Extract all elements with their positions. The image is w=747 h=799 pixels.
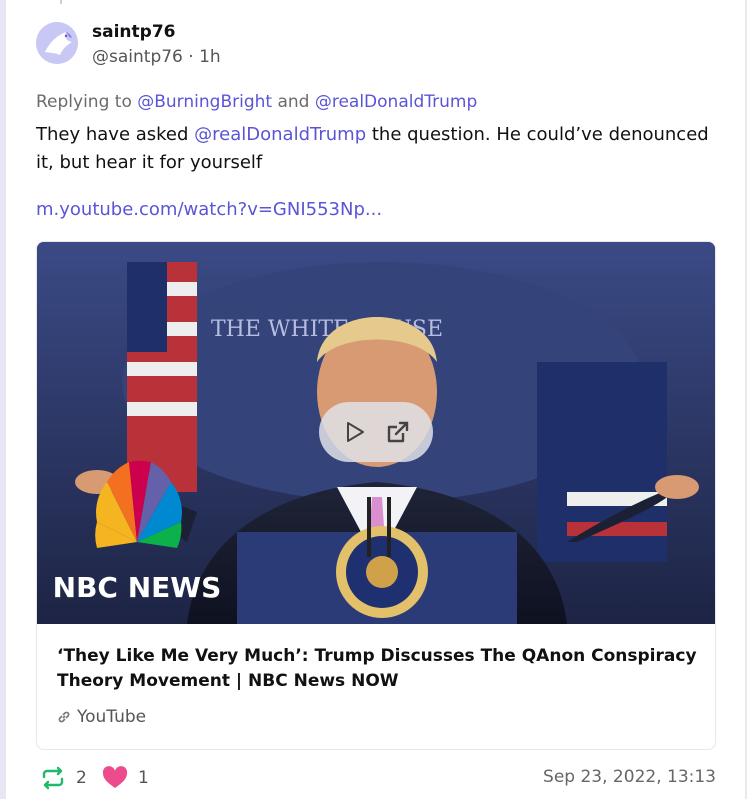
post-timestamp[interactable]: Sep 23, 2022, 13:13: [543, 767, 716, 787]
display-name[interactable]: saintp76: [92, 22, 175, 42]
repost-icon: [42, 766, 64, 790]
card-source: YouTube: [57, 707, 146, 727]
repost-count: 2: [76, 768, 87, 788]
post-footer: 2 1 Sep 23, 2022, 13:13: [36, 764, 716, 794]
body-text-start: They have asked: [36, 124, 195, 145]
reply-joiner: and: [277, 92, 310, 112]
reply-target-1[interactable]: @BurningBright: [137, 92, 272, 112]
open-external-icon[interactable]: [385, 419, 411, 445]
card-title[interactable]: ‘They Like Me Very Much’: Trump Discusse…: [57, 644, 697, 694]
handle[interactable]: @saintp76: [92, 47, 183, 67]
body-mention[interactable]: @realDonaldTrump: [194, 124, 366, 145]
card-source-label: YouTube: [77, 707, 147, 727]
like-button[interactable]: 1: [102, 764, 149, 792]
replying-prefix: Replying to: [36, 92, 132, 112]
repost-button[interactable]: 2: [40, 764, 87, 792]
video-controls: [319, 402, 433, 462]
reply-target-2[interactable]: @realDonaldTrump: [315, 92, 477, 112]
play-icon[interactable]: [343, 420, 367, 444]
heart-icon: [102, 766, 128, 788]
avatar[interactable]: [36, 22, 78, 64]
post-header: saintp76 @saintp76 · 1h: [36, 22, 716, 67]
post-body: They have asked @realDonaldTrump the que…: [36, 121, 716, 177]
replying-to: Replying to @BurningBright and @realDona…: [36, 91, 477, 113]
left-rail: [0, 0, 6, 799]
like-count: 1: [138, 768, 149, 788]
eagle-avatar-icon: [36, 22, 78, 64]
nbc-news-logo-text: NBC NEWS: [53, 571, 222, 604]
thread-line: [60, 0, 62, 4]
handle-line: @saintp76 · 1h: [92, 47, 221, 67]
post-link[interactable]: m.youtube.com/watch?v=GNI553Np...: [36, 198, 382, 222]
post-age: 1h: [199, 47, 221, 67]
video-thumbnail[interactable]: THE WHITE HOUSE NBC NEWS: [37, 242, 715, 624]
link-icon: [58, 711, 70, 723]
link-card[interactable]: THE WHITE HOUSE NBC NEWS ‘They Like Me V…: [36, 241, 716, 750]
